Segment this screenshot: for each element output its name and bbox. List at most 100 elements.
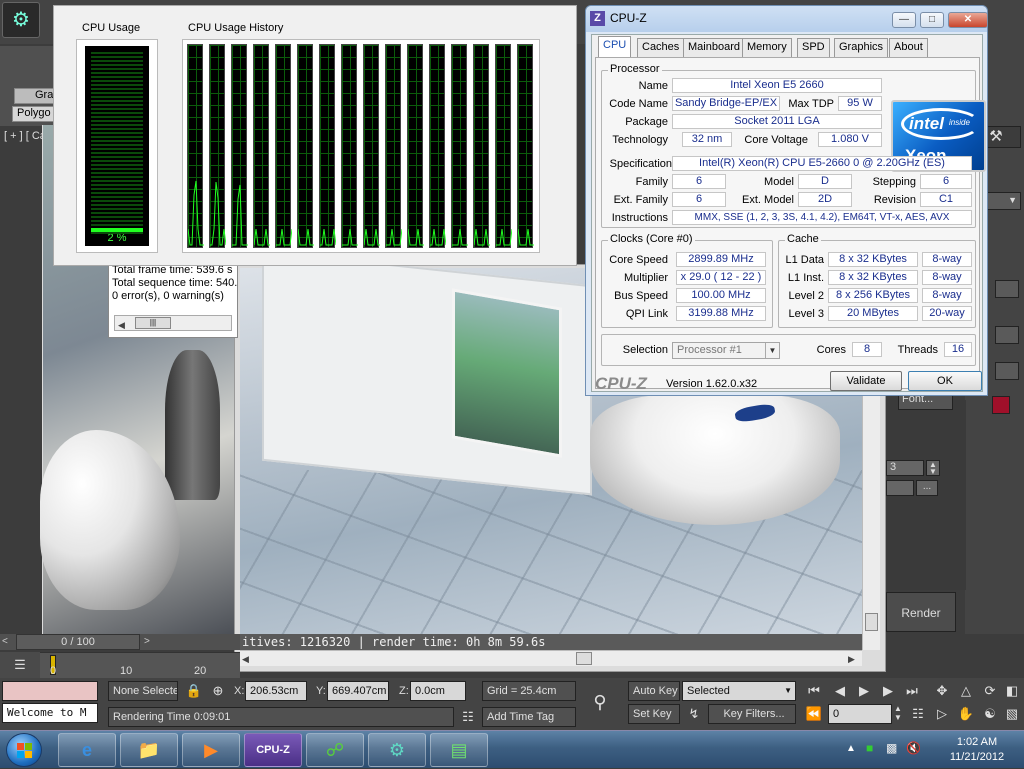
set-key-button[interactable]: Set Key	[628, 704, 680, 724]
render-button[interactable]: Render	[886, 592, 956, 632]
tray-app-icon[interactable]: ■	[866, 741, 873, 755]
maximize-button[interactable]: □	[920, 12, 944, 28]
tab-caches[interactable]: Caches	[637, 38, 685, 57]
goto-end-icon[interactable]: ⏭	[902, 681, 922, 701]
chevron-down-icon[interactable]: ▼	[784, 682, 792, 700]
key-mode-select[interactable]: Selected ▼	[682, 681, 796, 701]
zoom-all-icon[interactable]: △	[956, 681, 976, 701]
play-icon[interactable]: ▶	[854, 681, 874, 701]
start-button[interactable]	[6, 733, 42, 767]
field[interactable]	[886, 480, 914, 496]
key-mode-toggle-icon[interactable]: ⏪	[804, 704, 824, 724]
next-frame-icon[interactable]: ▶	[878, 681, 898, 701]
tab-spd[interactable]: SPD	[797, 38, 830, 57]
close-button[interactable]: ✕	[948, 12, 988, 28]
transform-mode-icon[interactable]: ⊕	[208, 681, 228, 701]
dropdown[interactable]: ▼	[987, 192, 1021, 210]
ok-button[interactable]: OK	[908, 371, 982, 391]
y-coordinate-field[interactable]: 669.407cm	[327, 681, 389, 701]
arc-rotate-icon[interactable]: ☯	[980, 704, 1000, 724]
meter-segment	[91, 144, 143, 146]
validate-button[interactable]: Validate	[830, 371, 902, 391]
tab-mainboard[interactable]: Mainboard	[683, 38, 745, 57]
meter-segment	[91, 124, 143, 126]
scroll-left-icon[interactable]: ◀	[242, 654, 249, 665]
lock-selection-icon[interactable]: 🔒	[184, 681, 204, 701]
scroll-thumb[interactable]	[576, 652, 592, 665]
render-horizontal-scrollbar[interactable]: ◀ ▶	[240, 650, 862, 666]
dots-button[interactable]: ...	[916, 480, 938, 496]
scroll-left-icon[interactable]: ◀	[118, 319, 125, 332]
scroll-thumb[interactable]: |||	[135, 317, 171, 329]
color-swatch[interactable]	[992, 396, 1010, 414]
tab-graphics[interactable]: Graphics	[834, 38, 889, 57]
internet-explorer-icon[interactable]: e	[58, 733, 116, 767]
tab-about[interactable]: About	[889, 38, 928, 57]
time-tag-icon[interactable]: ☷	[458, 707, 478, 727]
meter-segment	[91, 68, 143, 70]
field-of-view-icon[interactable]: ▷	[932, 704, 952, 724]
track-bar[interactable]: 0 10 20	[40, 652, 240, 678]
log-scrollbar[interactable]: ◀ |||	[114, 315, 232, 331]
spinner-field[interactable]: 3	[886, 460, 924, 476]
cpuz-titlebar[interactable]: Z CPU-Z — □ ✕	[586, 6, 988, 32]
task-manager-icon[interactable]: ▤	[430, 733, 488, 767]
meter-segment	[91, 180, 143, 182]
maximize-toggle-icon[interactable]: ◧	[1002, 681, 1022, 701]
zoom-icon[interactable]: ✥	[932, 681, 952, 701]
cores-label: Cores	[816, 344, 846, 356]
file-explorer-icon[interactable]: 📁	[120, 733, 178, 767]
media-player-icon[interactable]: ▶	[182, 733, 240, 767]
goto-start-icon[interactable]: ⏮	[804, 681, 824, 701]
viewport-toggle-icon[interactable]: ▧	[1002, 704, 1022, 724]
network-status-icon[interactable]: ▩	[886, 741, 897, 755]
set-key-icon[interactable]: ⚲	[590, 692, 610, 712]
minimize-button[interactable]: —	[892, 12, 916, 28]
cmd-button-3[interactable]	[995, 362, 1019, 380]
time-config-icon[interactable]: ☷	[908, 704, 928, 724]
max-app-button-icon[interactable]: ⚙	[2, 2, 40, 38]
orbit-icon[interactable]: ⟳	[980, 681, 1000, 701]
processor-select[interactable]: Processor #1 ▼	[672, 342, 780, 359]
scroll-right-icon[interactable]: ▶	[848, 654, 855, 665]
maxscript-listener-top[interactable]	[2, 681, 98, 701]
tab-polygon[interactable]: Polygo	[12, 106, 54, 122]
volume-muted-icon[interactable]: 🔇	[906, 741, 921, 755]
name-label: Name	[638, 80, 668, 92]
frame-spinner-icon[interactable]: ▲ ▼	[892, 704, 904, 724]
prev-frame-icon[interactable]: ◀	[830, 681, 850, 701]
multiplier-label: Multiplier	[623, 272, 668, 284]
auto-key-button[interactable]: Auto Key	[628, 681, 680, 701]
pan-icon[interactable]: ✋	[956, 704, 976, 724]
3ds-max-icon[interactable]: ⚙	[368, 733, 426, 767]
tab-cpu[interactable]: CPU	[598, 36, 632, 57]
chevron-down-icon[interactable]: ▼	[765, 343, 779, 358]
scroll-right-icon[interactable]: >	[144, 636, 150, 647]
show-hidden-icons-icon[interactable]: ▲	[846, 743, 856, 754]
tab-graphite[interactable]: Gra	[14, 88, 54, 104]
add-time-tag-button[interactable]: Add Time Tag	[482, 707, 576, 727]
network-app-icon[interactable]: ☍	[306, 733, 364, 767]
cpuz-taskbar-icon[interactable]: CPU-Z	[244, 733, 302, 767]
current-frame-field[interactable]: 0	[828, 704, 892, 724]
log-line: 0 error(s), 0 warning(s)	[112, 290, 224, 302]
meter-segment	[91, 96, 143, 98]
key-tangent-icon[interactable]: ↯	[684, 704, 704, 724]
system-clock[interactable]: 1:02 AM 11/21/2012	[942, 735, 1012, 765]
scroll-thumb[interactable]	[865, 613, 878, 631]
scroll-left-icon[interactable]: <	[2, 636, 8, 647]
meter-segment	[91, 64, 143, 66]
tab-memory[interactable]: Memory	[742, 38, 792, 57]
x-coordinate-field[interactable]: 206.53cm	[245, 681, 307, 701]
maxscript-listener[interactable]: Welcome to M	[2, 703, 98, 723]
curve-editor-icon[interactable]: ☰	[0, 652, 40, 678]
key-filters-button[interactable]: Key Filters...	[708, 704, 796, 724]
spinner-arrows[interactable]: ▲ ▼	[926, 460, 940, 476]
ext-family-label: Ext. Family	[613, 194, 668, 206]
cmd-button[interactable]	[995, 280, 1019, 298]
windows-taskbar: e 📁 ▶ CPU-Z ☍ ⚙ ▤ ▲ ■ ▩ 🔇 1:02 AM 11/21/…	[0, 730, 1024, 768]
meter-segment	[91, 216, 143, 218]
cmd-button-2[interactable]	[995, 326, 1019, 344]
time-slider[interactable]: 0 / 100	[16, 634, 140, 650]
z-coordinate-field[interactable]: 0.0cm	[410, 681, 466, 701]
